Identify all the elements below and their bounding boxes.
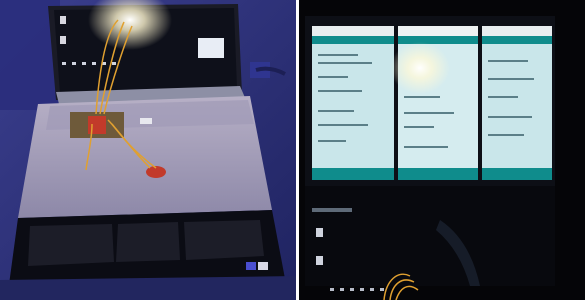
file-icon bbox=[316, 256, 323, 265]
touchpad bbox=[116, 222, 180, 262]
left-photo bbox=[0, 0, 297, 300]
arduino-board bbox=[88, 116, 106, 134]
ide-window-3 bbox=[482, 26, 552, 180]
right-photo bbox=[297, 0, 585, 300]
ide-window-1 bbox=[312, 26, 394, 180]
photo-svg bbox=[0, 0, 585, 300]
photo-divider bbox=[296, 0, 299, 300]
sticker bbox=[258, 262, 268, 270]
touchpad-left bbox=[28, 224, 114, 266]
touchpad-right bbox=[184, 220, 264, 260]
file-icon bbox=[316, 228, 323, 237]
taskbar-strip bbox=[312, 208, 352, 212]
monitor-glare bbox=[390, 42, 450, 94]
desk-front bbox=[0, 276, 297, 300]
desktop-area bbox=[305, 186, 555, 286]
file-icon bbox=[60, 16, 66, 24]
file-icon bbox=[60, 36, 66, 44]
photo-composite bbox=[0, 0, 585, 300]
sensor-module bbox=[140, 118, 152, 124]
sticker bbox=[246, 262, 256, 270]
screen-window-thumbnail bbox=[198, 38, 224, 58]
